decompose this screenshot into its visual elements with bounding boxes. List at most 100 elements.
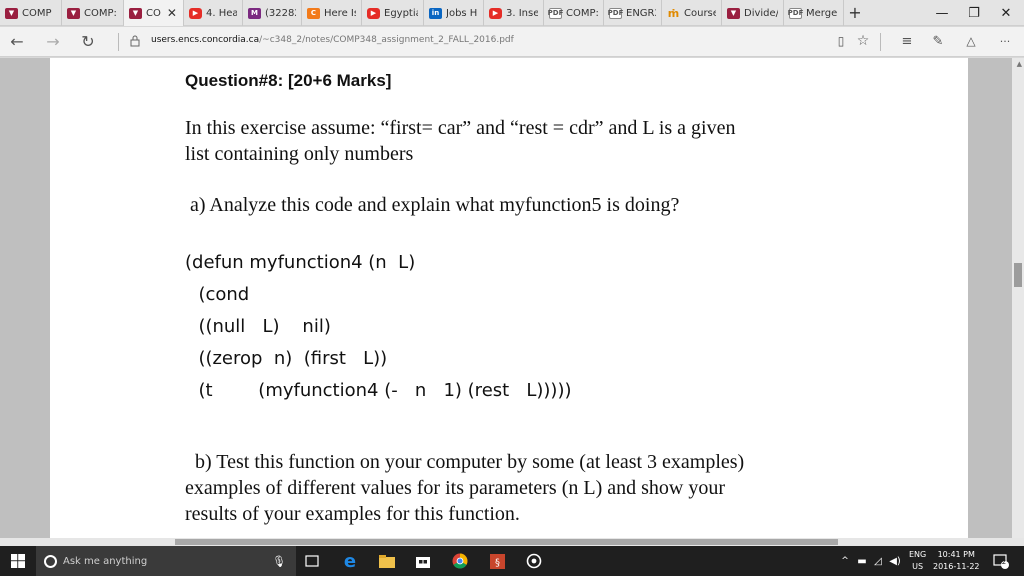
tab-engr[interactable]: PDF ENGR2 [604,0,662,26]
tab-label: 4. Heap [206,7,237,19]
pdf-viewer[interactable]: Question#8: [20+6 Marks] In this exercis… [0,58,1024,538]
scroll-up-icon[interactable]: ▲ [1017,60,1022,68]
search-placeholder: Ask me anything [63,555,148,567]
course-icon: ṁ [667,6,680,20]
settings-app-icon[interactable] [524,551,544,571]
favorite-star-icon[interactable]: ☆ [852,30,874,52]
volume-icon[interactable]: ◀) [885,551,905,571]
microphone-icon[interactable]: 🎙 [269,551,289,571]
tab-label: Course [684,7,716,19]
tab-label: CO [146,7,161,19]
code-line: (t (myfunction4 (- n 1) (rest L))))) [187,380,572,401]
tab-egyptia[interactable]: ▶ Egyptia [362,0,424,26]
tab-divide[interactable]: ▼ Divide/ [722,0,784,26]
concordia-icon: ▼ [67,7,80,19]
clock-time: 10:41 PM [937,550,975,559]
more-icon[interactable]: ··· [994,30,1016,52]
tab-comp-1[interactable]: ▼ COMP [0,0,62,26]
close-tab-icon[interactable]: ✕ [167,6,177,20]
tab-label: COMP: [566,7,598,19]
code-line: ((zerop n) (first L)) [187,348,388,369]
tab-label: 3. Inser [506,7,538,19]
youtube-icon: ▶ [189,7,202,19]
forward-arrow-icon[interactable]: → [42,30,64,52]
intro-line-1: In this exercise assume: “first= car” an… [185,117,736,139]
youtube-icon: ▶ [367,7,380,19]
horizontal-scrollbar[interactable] [0,538,1024,546]
language-region: US [912,562,924,571]
windows-logo-icon [11,554,25,568]
question-heading: Question#8: [20+6 Marks] [185,71,392,90]
concordia-icon: ▼ [5,7,18,19]
code-line: (cond [187,284,250,305]
concordia-icon: ▼ [129,7,142,19]
reading-view-icon[interactable]: ▯ [830,30,852,52]
tab-label: COMP [22,7,52,19]
hub-icon[interactable]: ≡ [896,30,918,52]
youtube-icon: ▶ [489,7,502,19]
linkedin-icon: in [429,7,442,19]
file-explorer-icon[interactable] [377,551,397,571]
tab-gmail[interactable]: M (32282 [243,0,302,26]
clock-date: 2016-11-22 [933,562,980,571]
tab-merge[interactable]: PDF Merge: [784,0,844,26]
store-icon[interactable] [413,551,433,571]
lock-icon [124,30,146,52]
part-b-line-2: examples of different values for its par… [185,477,726,499]
language-indicator[interactable]: ENG US [909,549,926,573]
pdf-icon: PDF [787,7,804,19]
app-icon[interactable]: § [487,551,507,571]
horizontal-scrollbar-thumb[interactable] [175,539,838,545]
scrollbar-thumb[interactable] [1014,263,1022,287]
concordia-icon: ▼ [727,7,740,19]
code-line: ((null L) nil) [187,316,331,337]
new-tab-button[interactable]: + [844,0,866,25]
tab-label: ENGR2 [626,7,656,19]
restore-button[interactable]: ❐ [958,0,990,26]
tab-label: COMP: [84,7,117,19]
task-view-icon[interactable] [302,551,322,571]
cortana-search-box[interactable]: Ask me anything [36,546,296,576]
web-note-icon[interactable]: ✎ [927,30,949,52]
gmail-icon: M [248,7,261,19]
code-line: (defun myfunction4 (n L) [185,252,416,273]
minimize-button[interactable]: — [926,0,958,26]
chegg-icon: C [307,7,320,19]
refresh-icon[interactable]: ↻ [77,30,99,52]
tab-label: Egyptia [384,7,418,19]
clock[interactable]: 10:41 PM 2016-11-22 [933,549,980,573]
svg-text:§: § [495,557,500,568]
url-path: /~c348_2/notes/COMP348_assignment_2_FALL… [259,35,514,45]
pdf-icon: PDF [547,7,564,19]
share-icon[interactable]: △ [960,30,982,52]
close-window-button[interactable]: ✕ [990,0,1022,26]
tab-label: Here Is [324,7,356,19]
notification-count: 2 [1001,558,1007,566]
tab-strip: ▼ COMP ▼ COMP: ▼ CO ✕ ▶ 4. Heap M (32282… [0,0,1024,26]
address-bar[interactable]: users.encs.concordia.ca/~c348_2/notes/CO… [151,35,514,45]
navigation-bar: ← → ↻ users.encs.concordia.ca/~c348_2/no… [0,27,1024,57]
start-button[interactable] [0,546,36,576]
part-b-line-3: results of your examples for this functi… [185,503,520,525]
url-host: users.encs.concordia.ca [151,35,260,45]
divider [118,33,119,51]
action-center-icon[interactable]: 2 [992,552,1010,570]
tab-heap[interactable]: ▶ 4. Heap [184,0,243,26]
tab-comp-2[interactable]: ▼ COMP: [62,0,124,26]
intro-line-2: list containing only numbers [185,143,414,165]
part-b-line-1: b) Test this function on your computer b… [195,451,745,473]
vertical-scrollbar[interactable]: ▲ [1012,58,1024,538]
tab-chegg[interactable]: C Here Is [302,0,362,26]
tab-insert[interactable]: ▶ 3. Inser [484,0,544,26]
tab-comp-pdf[interactable]: PDF COMP: [544,0,604,26]
tab-label: Jobs H [446,7,478,19]
tab-active-co[interactable]: ▼ CO ✕ [124,0,184,26]
cortana-icon [44,554,57,568]
back-arrow-icon[interactable]: ← [6,30,28,52]
tab-course[interactable]: ṁ Course [662,0,722,26]
tab-label: (32282 [265,7,296,19]
tab-jobs[interactable]: in Jobs H [424,0,484,26]
edge-browser-icon[interactable]: e [340,551,360,572]
chrome-icon[interactable] [450,551,470,571]
language-code: ENG [909,550,927,559]
